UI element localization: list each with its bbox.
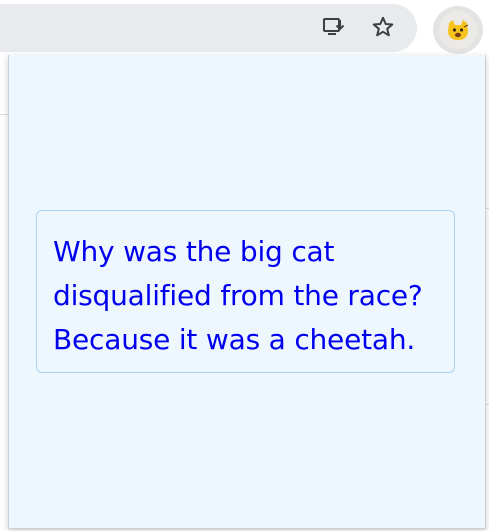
joke-line: Because it was a cheetah. <box>53 323 416 356</box>
install-app-icon-svg <box>323 18 345 35</box>
joke-line: disqualified from the race? <box>53 279 423 312</box>
page-divider <box>0 114 8 115</box>
joke-text: Why was the big cat disqualified from th… <box>53 230 440 362</box>
extension-button[interactable] <box>433 6 483 54</box>
install-app-icon[interactable] <box>321 14 347 40</box>
joke-line: Why was the big cat <box>53 235 335 268</box>
star-icon-svg <box>372 16 394 37</box>
cat-emoji-icon <box>448 20 469 40</box>
extension-popup: Why was the big cat disqualified from th… <box>8 55 486 529</box>
extension-icon-backdrop <box>439 11 477 49</box>
browser-window: Why was the big cat disqualified from th… <box>0 0 489 531</box>
joke-card: Why was the big cat disqualified from th… <box>36 210 455 373</box>
bookmark-star-icon[interactable] <box>370 14 396 40</box>
address-bar[interactable] <box>0 4 417 52</box>
